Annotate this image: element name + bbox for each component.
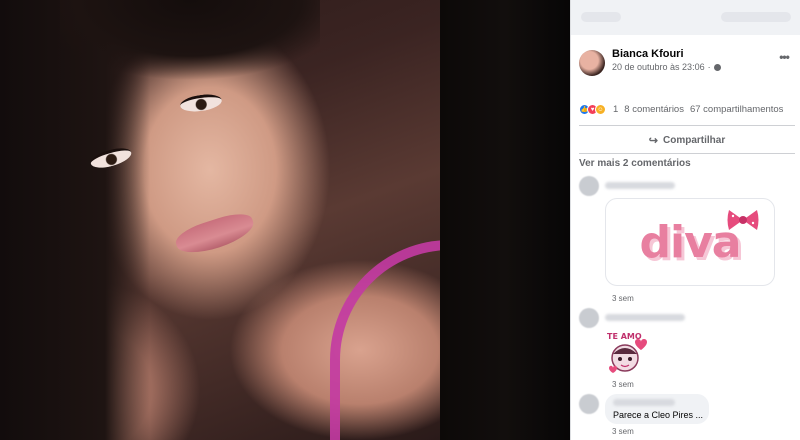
- share-label: Compartilhar: [662, 134, 726, 146]
- post-timestamp: 20 de outubro às 23:06 ·: [612, 62, 721, 72]
- globe-icon: [713, 63, 721, 71]
- reaction-icons[interactable]: 👍 ♥ ☺: [579, 104, 606, 115]
- author-info: Bianca Kfouri 20 de outubro às 23:06 ·: [612, 48, 721, 72]
- photo-hair-top: [60, 0, 320, 90]
- divider: [579, 125, 795, 126]
- commenter-avatar[interactable]: [579, 394, 599, 414]
- comment-item: Parece a Cleo Pires ... 3 sem: [579, 394, 795, 440]
- comment-time[interactable]: 3 sem: [612, 427, 634, 436]
- more-options-button[interactable]: •••: [775, 48, 793, 66]
- photo-lips: [172, 208, 258, 260]
- reactions-count[interactable]: 1: [613, 104, 618, 115]
- photo-dark-margin: [440, 0, 570, 440]
- shares-count[interactable]: 67 compartilhamentos: [690, 104, 783, 115]
- photo-strap: [330, 240, 450, 440]
- divider: [579, 153, 795, 154]
- comment-bubble: Parece a Cleo Pires ...: [605, 394, 709, 424]
- comment-time[interactable]: 3 sem: [612, 380, 634, 389]
- more-comments-link[interactable]: Ver mais 2 comentários: [579, 158, 691, 169]
- commenter-name-blurred[interactable]: [605, 314, 685, 321]
- top-bar: [571, 0, 800, 35]
- diva-sticker: diva: [605, 198, 775, 286]
- comment-item: TE AMO 3 sem: [579, 308, 795, 392]
- top-bar-blurred-item: [581, 12, 621, 22]
- share-icon: ↪: [648, 134, 658, 147]
- post-sidebar: Bianca Kfouri 20 de outubro às 23:06 · •…: [570, 0, 800, 440]
- bow-icon: [727, 210, 759, 230]
- commenter-name-blurred[interactable]: [613, 399, 675, 406]
- comments-count[interactable]: 8 comentários: [624, 104, 684, 115]
- commenter-name-blurred[interactable]: [605, 182, 675, 189]
- commenter-avatar[interactable]: [579, 308, 599, 328]
- photo-viewer[interactable]: [0, 0, 570, 440]
- comment-time[interactable]: 3 sem: [612, 294, 634, 303]
- commenter-avatar[interactable]: [579, 176, 599, 196]
- author-avatar[interactable]: [579, 50, 605, 76]
- post-header: Bianca Kfouri 20 de outubro às 23:06 · •…: [579, 48, 793, 76]
- te-amo-sticker: TE AMO: [607, 332, 647, 373]
- post-photo: [0, 0, 450, 440]
- reactions-row: 👍 ♥ ☺ 1 8 comentários 67 compartilhament…: [579, 104, 795, 115]
- post-timestamp-text[interactable]: 20 de outubro às 23:06: [612, 62, 705, 72]
- author-name[interactable]: Bianca Kfouri: [612, 48, 721, 60]
- top-bar-blurred-item: [721, 12, 791, 22]
- comment-item: diva 3 sem: [579, 176, 795, 306]
- share-button[interactable]: ↪ Compartilhar: [579, 130, 795, 150]
- haha-icon: ☺: [595, 104, 606, 115]
- photo-eye-left: [179, 92, 223, 114]
- comment-text: Parece a Cleo Pires ...: [613, 410, 704, 420]
